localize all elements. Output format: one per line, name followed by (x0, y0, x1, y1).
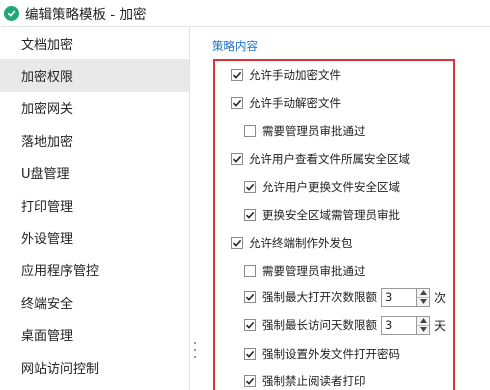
checkbox[interactable] (231, 237, 243, 249)
option-allow-manual-encrypt[interactable]: 允许手动加密文件 (231, 65, 341, 85)
option-max-access-days[interactable]: 强制最长访问天数限额 3 天 (244, 315, 446, 335)
sidebar-item-endpoint-security[interactable]: 终端安全 (0, 286, 189, 318)
sidebar-item-label: 打印管理 (21, 199, 74, 215)
sidebar-item-label: 加密权限 (21, 70, 74, 86)
checkbox[interactable] (244, 375, 256, 387)
sidebar-item-encryption-gateway[interactable]: 加密网关 (0, 92, 189, 124)
increment-icon[interactable] (417, 289, 429, 298)
checkbox[interactable] (231, 69, 243, 81)
sidebar-item-label: 终端安全 (21, 296, 74, 312)
app-logo-icon (4, 5, 19, 21)
splitter-handle[interactable] (192, 340, 198, 360)
sidebar-item-desktop-management[interactable]: 桌面管理 (0, 319, 189, 351)
checkmark-icon (232, 99, 242, 107)
option-label: 强制最大打开次数限额 (262, 290, 377, 304)
sidebar: 文档加密 加密权限 加密网关 落地加密 U盘管理 打印管理 外设管理 应用程序管… (0, 27, 190, 390)
decrement-icon[interactable] (417, 326, 429, 334)
sidebar-item-peripheral-management[interactable]: 外设管理 (0, 221, 189, 253)
unit-label: 次 (434, 290, 447, 305)
option-allow-manual-decrypt[interactable]: 允许手动解密文件 (231, 93, 341, 113)
option-label: 强制最长访问天数限额 (262, 318, 377, 332)
sidebar-item-label: 文档加密 (21, 37, 74, 53)
option-label: 允许手动解密文件 (249, 96, 341, 110)
section-title: 策略内容 (212, 39, 258, 53)
checkmark-icon (232, 155, 242, 163)
window-title: 编辑策略模板 - 加密 (25, 7, 147, 23)
sidebar-item-label: 网站访问控制 (21, 361, 100, 377)
sidebar-item-document-encryption[interactable]: 文档加密 (0, 27, 189, 59)
open-count-stepper[interactable]: 3 (381, 287, 430, 307)
option-allow-view-security-zone[interactable]: 允许用户查看文件所属安全区域 (231, 149, 410, 169)
option-label: 强制设置外发文件打开密码 (262, 347, 400, 361)
checkmark-icon (245, 183, 255, 191)
option-decrypt-need-approval[interactable]: 需要管理员审批通过 (244, 121, 366, 141)
option-max-open-count[interactable]: 强制最大打开次数限额 3 次 (244, 287, 446, 307)
option-label: 需要管理员审批通过 (262, 124, 366, 138)
access-days-input[interactable]: 3 (381, 315, 417, 335)
checkbox[interactable] (244, 181, 256, 193)
checkbox[interactable] (244, 125, 256, 137)
checkmark-icon (245, 321, 255, 329)
sidebar-item-encryption-permissions[interactable]: 加密权限 (0, 59, 189, 92)
sidebar-item-label: 外设管理 (21, 232, 74, 248)
sidebar-item-label: 应用程序管控 (21, 264, 100, 280)
option-package-need-approval[interactable]: 需要管理员审批通过 (244, 261, 366, 281)
option-label: 允许用户查看文件所属安全区域 (249, 152, 410, 166)
option-forbid-reader-print[interactable]: 强制禁止阅读者打印 (244, 371, 366, 390)
option-label: 允许用户更换文件安全区域 (262, 180, 400, 194)
checkbox[interactable] (231, 97, 243, 109)
option-label: 更换安全区域需管理员审批 (262, 208, 400, 222)
checkmark-icon (245, 293, 255, 301)
option-label: 允许终端制作外发包 (249, 236, 353, 250)
sidebar-item-website-access-control[interactable]: 网站访问控制 (0, 351, 189, 383)
access-days-stepper[interactable]: 3 (381, 315, 430, 335)
checkmark-icon (245, 211, 255, 219)
checkmark-icon (232, 71, 242, 79)
option-force-open-password[interactable]: 强制设置外发文件打开密码 (244, 344, 400, 364)
checkbox[interactable] (244, 265, 256, 277)
sidebar-item-print-management[interactable]: 打印管理 (0, 189, 189, 221)
checkmark-icon (245, 377, 255, 385)
sidebar-item-application-control[interactable]: 应用程序管控 (0, 254, 189, 286)
sidebar-item-label: U盘管理 (21, 167, 70, 183)
open-count-input[interactable]: 3 (381, 287, 417, 307)
sidebar-item-label: 桌面管理 (21, 329, 74, 345)
decrement-icon[interactable] (417, 298, 429, 306)
sidebar-item-label: 落地加密 (21, 134, 74, 150)
sidebar-item-landing-encryption[interactable]: 落地加密 (0, 124, 189, 156)
checkbox[interactable] (244, 348, 256, 360)
checkmark-icon (245, 350, 255, 358)
unit-label: 天 (434, 318, 447, 333)
option-label: 需要管理员审批通过 (262, 264, 366, 278)
sidebar-item-usb-management[interactable]: U盘管理 (0, 157, 189, 189)
title-bar: 编辑策略模板 - 加密 (0, 0, 490, 27)
checkbox[interactable] (244, 291, 256, 303)
option-change-zone-need-approval[interactable]: 更换安全区域需管理员审批 (244, 205, 400, 225)
option-allow-change-security-zone[interactable]: 允许用户更换文件安全区域 (244, 177, 400, 197)
checkbox[interactable] (231, 153, 243, 165)
checkbox[interactable] (244, 319, 256, 331)
sidebar-item-label: 加密网关 (21, 102, 74, 118)
increment-icon[interactable] (417, 317, 429, 326)
option-label: 强制禁止阅读者打印 (262, 374, 366, 388)
checkbox[interactable] (244, 209, 256, 221)
option-label: 允许手动加密文件 (249, 68, 341, 82)
checkmark-icon (232, 239, 242, 247)
option-allow-outgoing-package[interactable]: 允许终端制作外发包 (231, 233, 353, 253)
policy-options-panel: 允许手动加密文件 允许手动解密文件 需要管理员审批通过 允许用户查看文件所属安全… (213, 59, 455, 390)
